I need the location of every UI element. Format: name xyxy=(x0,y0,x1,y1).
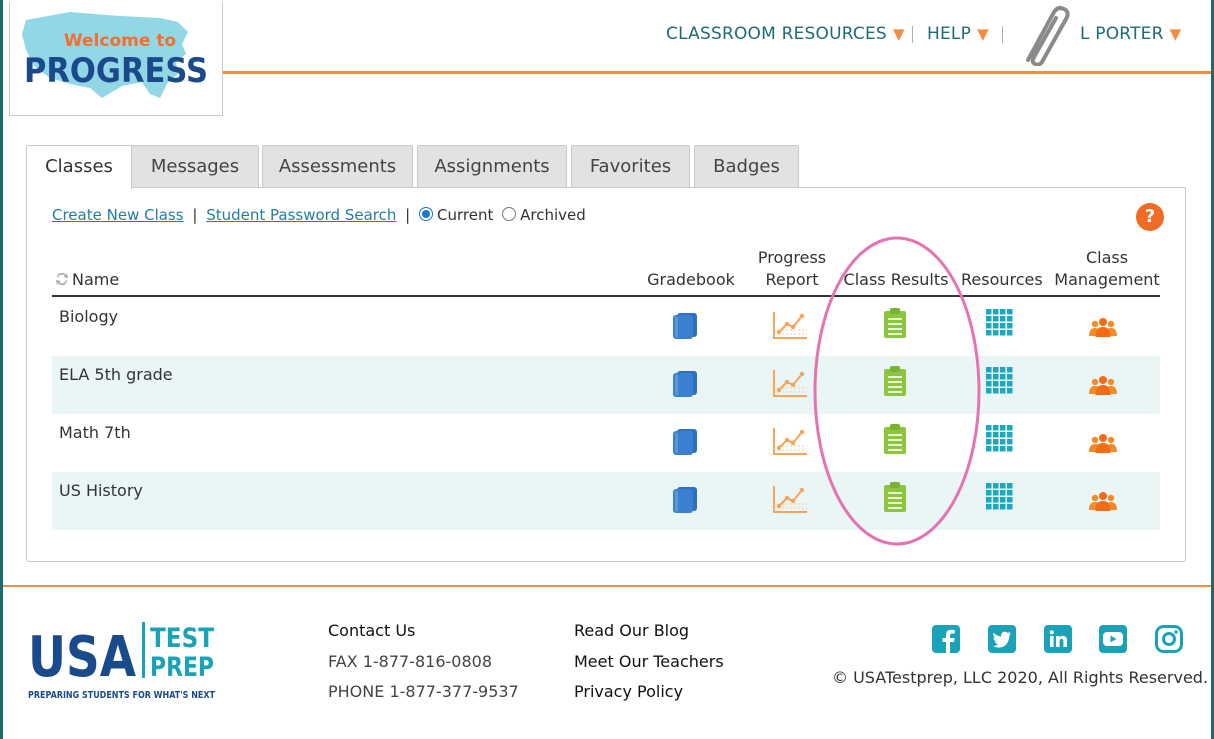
class-management-group-icon[interactable] xyxy=(1088,374,1118,400)
logo-progress-text: PROGRESS xyxy=(24,51,208,91)
class-management-group-icon[interactable] xyxy=(1088,490,1118,516)
tab-classes[interactable]: Classes xyxy=(26,145,132,189)
logo-usa-text: USA xyxy=(28,625,137,690)
column-header-resources: Resources xyxy=(961,270,1043,289)
student-password-search-link[interactable]: Student Password Search xyxy=(206,206,396,224)
usatestprep-logo[interactable]: USA TEST PREP PREPARING STUDENTS FOR WHA… xyxy=(28,620,218,704)
column-header-gradebook: Gradebook xyxy=(647,270,735,289)
column-header-management-line2: Management xyxy=(1054,270,1160,289)
gradebook-book-icon[interactable] xyxy=(672,428,698,460)
footer-links: Read Our Blog Meet Our Teachers Privacy … xyxy=(574,616,724,708)
radio-current[interactable] xyxy=(419,207,433,221)
footer-contact: Contact Us FAX 1-877-816-0808 PHONE 1-87… xyxy=(328,616,519,708)
logo-tagline-text: PREPARING STUDENTS FOR WHAT'S NEXT xyxy=(28,690,215,701)
welcome-logo[interactable]: Welcome to PROGRESS xyxy=(9,2,223,116)
class-results-clipboard-icon[interactable] xyxy=(882,365,908,401)
header-divider xyxy=(222,71,1211,74)
classes-panel: Create New Class | Student Password Sear… xyxy=(26,187,1186,562)
table-row: Math 7th xyxy=(52,414,1160,472)
logo-welcome-text: Welcome to xyxy=(64,31,176,51)
fax-number: FAX 1-877-816-0808 xyxy=(328,651,493,671)
nav-classroom-resources[interactable]: CLASSROOM RESOURCES ▼ xyxy=(666,24,905,44)
page-left-border xyxy=(0,0,3,739)
progress-line-chart-icon[interactable] xyxy=(772,310,808,344)
radio-current-label[interactable]: Current xyxy=(437,206,493,224)
class-name[interactable]: Math 7th xyxy=(59,423,131,442)
column-header-name[interactable]: Name xyxy=(54,269,119,291)
nav-help-label: HELP xyxy=(927,24,972,44)
toolbar-separator: | xyxy=(405,206,411,224)
table-header: Name Gradebook Progress Report Class Res… xyxy=(52,246,1160,297)
progress-line-chart-icon[interactable] xyxy=(772,368,808,402)
class-results-clipboard-icon[interactable] xyxy=(882,481,908,517)
table-row: ELA 5th grade xyxy=(52,356,1160,414)
footer-divider xyxy=(3,585,1211,587)
twitter-icon[interactable] xyxy=(987,624,1017,654)
nav-help[interactable]: HELP ▼ xyxy=(927,24,989,44)
radio-archived-label[interactable]: Archived xyxy=(520,206,586,224)
toolbar-separator: | xyxy=(192,206,198,224)
nav-classroom-resources-label: CLASSROOM RESOURCES xyxy=(666,24,887,44)
sort-icon[interactable] xyxy=(54,271,70,287)
table-row: Biology xyxy=(52,298,1160,356)
column-header-progress-line2: Report xyxy=(765,270,819,289)
class-toolbar: Create New Class | Student Password Sear… xyxy=(52,206,590,224)
tab-badges[interactable]: Badges xyxy=(694,145,799,188)
column-header-progress-report: Progress Report xyxy=(749,247,835,291)
create-new-class-link[interactable]: Create New Class xyxy=(52,206,184,224)
radio-archived[interactable] xyxy=(502,207,517,221)
youtube-icon[interactable] xyxy=(1098,624,1128,654)
column-header-management-line1: Class xyxy=(1085,248,1129,267)
usa-map-logo-icon: Welcome to PROGRESS xyxy=(22,12,208,98)
meet-teachers-link[interactable]: Meet Our Teachers xyxy=(574,647,724,678)
gradebook-book-icon[interactable] xyxy=(672,312,698,344)
caret-down-icon: ▼ xyxy=(892,25,905,43)
resources-grid-icon[interactable] xyxy=(986,367,1014,399)
instagram-icon[interactable] xyxy=(1154,624,1184,654)
class-name[interactable]: ELA 5th grade xyxy=(59,365,173,384)
class-name[interactable]: US History xyxy=(59,481,143,500)
progress-line-chart-icon[interactable] xyxy=(772,484,808,518)
copyright-text: © USATestprep, LLC 2020, All Rights Rese… xyxy=(832,668,1209,687)
class-management-group-icon[interactable] xyxy=(1088,432,1118,458)
column-header-class-management: Class Management xyxy=(1054,247,1160,291)
nav-divider xyxy=(912,26,913,43)
privacy-policy-link[interactable]: Privacy Policy xyxy=(574,677,724,708)
table-row: US History xyxy=(52,472,1160,530)
resources-grid-icon[interactable] xyxy=(986,425,1014,457)
linkedin-icon[interactable] xyxy=(1043,624,1073,654)
logo-test-text: TEST xyxy=(150,623,214,654)
progress-line-chart-icon[interactable] xyxy=(772,426,808,460)
phone-number: PHONE 1-877-377-9537 xyxy=(328,682,519,701)
class-name[interactable]: Biology xyxy=(59,307,118,326)
nav-user-label: L PORTER xyxy=(1080,24,1164,44)
class-results-clipboard-icon[interactable] xyxy=(882,423,908,459)
resources-grid-icon[interactable] xyxy=(986,483,1014,515)
read-blog-link[interactable]: Read Our Blog xyxy=(574,616,724,647)
logo-prep-text: PREP xyxy=(150,652,214,683)
class-results-clipboard-icon[interactable] xyxy=(882,307,908,343)
class-management-group-icon[interactable] xyxy=(1088,316,1118,342)
tab-assignments[interactable]: Assignments xyxy=(417,145,567,188)
gradebook-book-icon[interactable] xyxy=(672,370,698,402)
caret-down-icon: ▼ xyxy=(1169,25,1182,43)
facebook-icon[interactable] xyxy=(931,624,961,654)
nav-user-menu[interactable]: L PORTER ▼ xyxy=(1080,24,1181,44)
contact-us-link[interactable]: Contact Us xyxy=(328,616,519,647)
paperclip-icon xyxy=(1026,6,1070,66)
nav-divider xyxy=(1002,26,1003,43)
question-icon[interactable]: ? xyxy=(1136,203,1164,231)
column-header-name-label: Name xyxy=(72,270,120,289)
tab-assessments[interactable]: Assessments xyxy=(262,145,413,188)
tab-favorites[interactable]: Favorites xyxy=(571,145,690,188)
tab-messages[interactable]: Messages xyxy=(131,145,259,188)
gradebook-book-icon[interactable] xyxy=(672,486,698,518)
column-header-class-results: Class Results xyxy=(843,270,949,289)
column-header-progress-line1: Progress xyxy=(757,248,827,267)
caret-down-icon: ▼ xyxy=(977,25,989,43)
resources-grid-icon[interactable] xyxy=(986,309,1014,341)
